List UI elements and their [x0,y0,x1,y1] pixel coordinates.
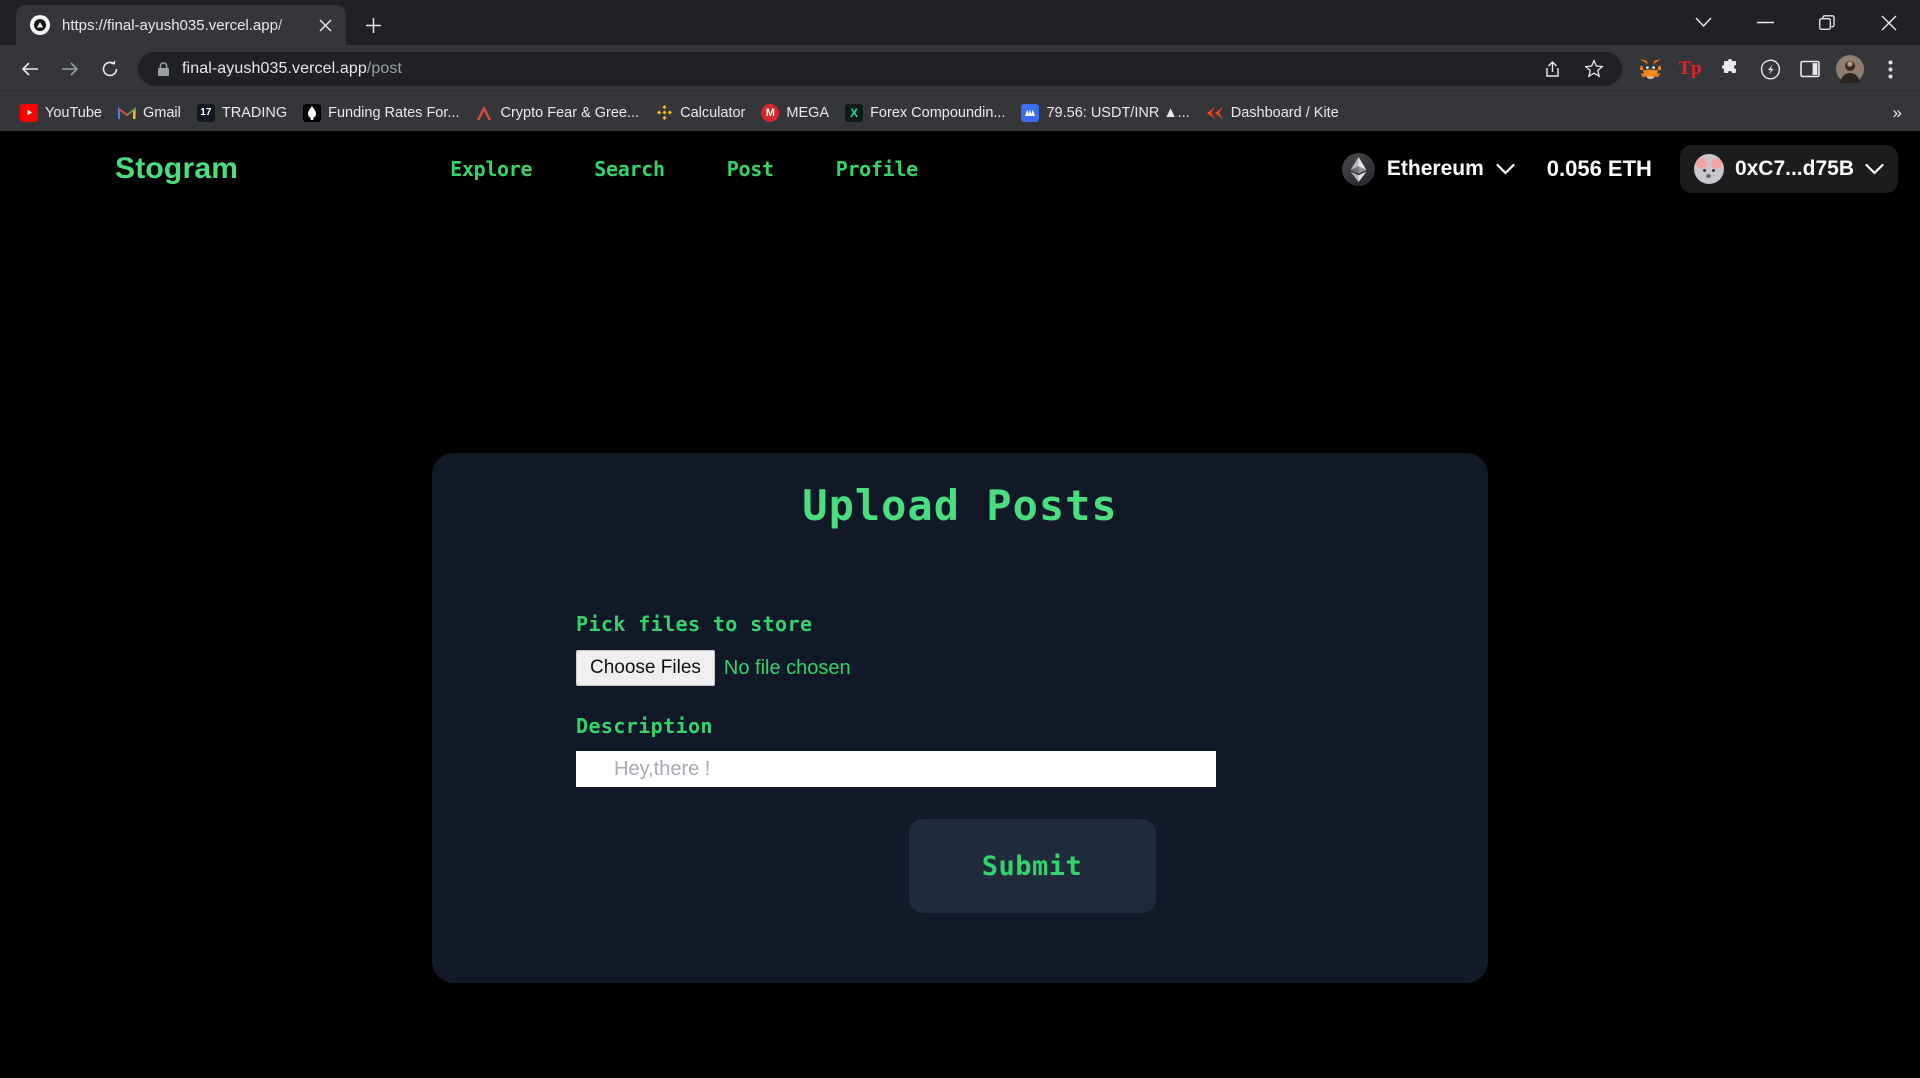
nav-link-profile[interactable]: Profile [836,157,918,181]
wallet-controls: Ethereum 0.056 ETH 0xC7...d75B [1332,145,1898,193]
bookmark-calculator[interactable]: Calculator [647,100,753,126]
extensions-puzzle-icon[interactable] [1710,49,1750,89]
ethereum-icon [1341,152,1375,186]
bookmark-crypto-fear-greed[interactable]: Crypto Fear & Gree... [467,100,647,126]
leaf-shield-icon[interactable] [1750,49,1790,89]
url-domain: final-ayush035.vercel.app [182,60,367,77]
bookmark-label: TRADING [221,104,288,121]
bookmark-gmail[interactable]: Gmail [110,100,189,126]
bookmark-label: Gmail [142,104,181,121]
bookmark-label: Crypto Fear & Gree... [500,104,640,121]
description-input[interactable] [576,751,1216,787]
address-bar[interactable]: final-ayush035.vercel.app/post [138,52,1622,86]
submit-button[interactable]: Submit [908,819,1156,913]
share-icon[interactable] [1532,49,1572,89]
chain-selector[interactable]: Ethereum [1332,147,1525,192]
page-title: Upload Posts [802,481,1118,530]
bookmark-label: MEGA [786,104,830,121]
sidebar-panel-icon[interactable] [1790,49,1830,89]
bookmark-mega[interactable]: M MEGA [753,100,837,126]
funding-rates-icon [303,103,322,122]
chain-label: Ethereum [1386,157,1484,180]
bookmark-label: Funding Rates For... [328,104,460,121]
page-content: Stogram Explore Search Post Profile Ethe… [0,131,1920,1078]
file-input-row[interactable]: Choose Files No file chosen [576,650,1488,686]
metamask-icon[interactable] [1630,49,1670,89]
kite-icon [1206,104,1224,122]
nav-link-post[interactable]: Post [727,157,774,181]
reload-icon[interactable] [90,49,130,89]
choose-files-button[interactable]: Choose Files [576,650,715,686]
bookmark-label: Forex Compoundin... [870,104,1006,121]
tab-title: https://final-ayush035.vercel.app/ [62,16,283,34]
close-window-button[interactable] [1858,0,1920,45]
bookmark-label: Dashboard / Kite [1230,104,1339,121]
minimize-button[interactable] [1734,0,1796,45]
nav-link-search[interactable]: Search [594,157,665,181]
browser-tab[interactable]: https://final-ayush035.vercel.app/ [16,5,346,45]
bookmark-usdt-inr[interactable]: 79.56: USDT/INR ▲... [1013,100,1197,126]
bookmark-trading[interactable]: 17 TRADING [189,100,295,126]
triangle-play-icon [30,15,50,35]
bookmarks-overflow-button[interactable]: » [1893,103,1908,123]
bookmark-kite-dashboard[interactable]: Dashboard / Kite [1198,100,1347,126]
chevron-down-icon [1496,157,1515,181]
browser-menu-icon[interactable] [1870,49,1910,89]
browser-window: https://final-ayush035.vercel.app/ final… [0,0,1920,1078]
browser-toolbar: final-ayush035.vercel.app/post Tp [0,45,1920,93]
profile-avatar[interactable] [1830,49,1870,89]
wazirx-icon [1021,103,1040,122]
restore-button[interactable] [1796,0,1858,45]
bookmark-label: 79.56: USDT/INR ▲... [1046,104,1190,121]
chevron-down-icon [1865,157,1884,181]
binance-calculator-icon [655,104,673,122]
mouse-avatar-icon [1693,154,1724,184]
forex-x-icon: X [845,103,864,122]
gmail-icon [117,104,136,122]
alternative-me-icon [475,104,493,122]
bookmark-forex-compounding[interactable]: X Forex Compoundin... [837,100,1013,126]
bookmark-funding-rates[interactable]: Funding Rates For... [295,100,467,126]
youtube-icon [20,103,38,122]
upload-form: Pick files to store Choose Files No file… [432,530,1488,913]
close-icon[interactable] [312,12,338,38]
file-input-label: Pick files to store [576,612,813,636]
tab-search-button[interactable] [1672,0,1734,45]
lock-icon [150,61,176,77]
tradingview-icon: 17 [196,103,215,122]
no-file-chosen-text: No file chosen [723,656,851,679]
bookmark-youtube[interactable]: YouTube [12,100,110,126]
wallet-account-button[interactable]: 0xC7...d75B [1679,145,1898,193]
description-label: Description [576,714,713,738]
nav-link-explore[interactable]: Explore [450,157,532,181]
site-navbar: Stogram Explore Search Post Profile Ethe… [0,131,1920,207]
wallet-address: 0xC7...d75B [1734,157,1854,180]
submit-row: Submit [576,819,1488,913]
bookmark-label: Calculator [680,104,746,121]
forward-arrow-icon[interactable] [50,49,90,89]
back-arrow-icon[interactable] [10,49,50,89]
wallet-balance: 0.056 ETH [1546,156,1652,181]
omnibox-actions [1532,49,1614,89]
mega-icon: M [761,103,780,122]
address-bar-text: final-ayush035.vercel.app/post [182,60,402,78]
upload-card: Upload Posts Pick files to store Choose … [432,453,1488,983]
tp-extension-icon[interactable]: Tp [1670,49,1710,89]
new-tab-button[interactable] [356,8,390,42]
site-logo[interactable]: Stogram [115,152,238,186]
bookmarks-bar: YouTube Gmail 17 TRADING Funding Rates F… [0,93,1920,131]
browser-titlebar: https://final-ayush035.vercel.app/ [0,0,1920,45]
site-nav-links: Explore Search Post Profile [450,157,918,181]
url-path: /post [366,60,403,77]
bookmark-label: YouTube [45,104,102,121]
window-controls [1672,0,1920,45]
star-icon[interactable] [1574,49,1614,89]
